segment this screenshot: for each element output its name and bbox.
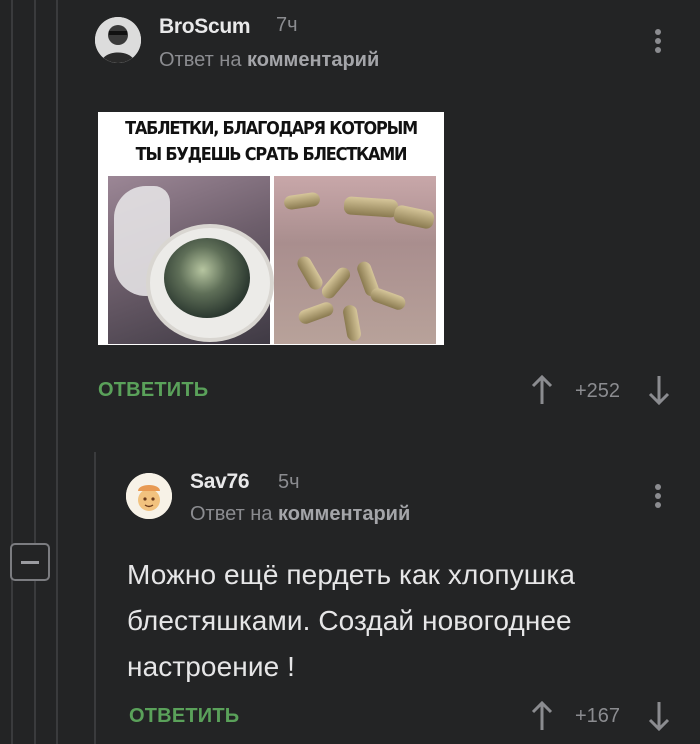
avatar[interactable] (126, 473, 172, 519)
timestamp: 7ч (276, 14, 298, 36)
collapse-minus-icon[interactable] (10, 543, 50, 581)
reply-prefix: Ответ на (159, 49, 242, 71)
comment-score: +167 (575, 705, 621, 727)
capsules-photo (274, 176, 436, 344)
thread-line (11, 0, 13, 744)
kebab-menu-icon[interactable] (654, 29, 662, 56)
reply-prefix: Ответ на (190, 503, 273, 525)
comment-image[interactable]: ТАБЛЕТКИ, БЛАГОДАРЯ КОТОРЫМ ТЫ БУДЕШЬ СР… (98, 112, 444, 345)
kebab-menu-icon[interactable] (654, 484, 662, 511)
username[interactable]: BroScum (159, 15, 251, 39)
username[interactable]: Sav76 (190, 470, 250, 494)
arrow-down-icon[interactable] (648, 375, 670, 411)
reply-to-link[interactable]: Ответ на комментарий (190, 503, 410, 526)
arrow-down-icon[interactable] (648, 701, 670, 737)
reply-target[interactable]: комментарий (247, 49, 379, 71)
thread-line (56, 0, 58, 744)
reply-button[interactable]: ОТВЕТИТЬ (98, 379, 208, 402)
thread-line (34, 0, 36, 744)
arrow-up-icon[interactable] (531, 700, 553, 737)
image-caption: ТАБЛЕТКИ, БЛАГОДАРЯ КОТОРЫМ ТЫ БУДЕШЬ СР… (125, 119, 418, 165)
comment-text: Можно ещё пердеть как хлопушка блестяшка… (127, 559, 575, 682)
reply-target[interactable]: комментарий (278, 503, 410, 525)
comment-score: +252 (575, 380, 621, 402)
arrow-up-icon[interactable] (531, 374, 553, 411)
reply-button[interactable]: ОТВЕТИТЬ (129, 705, 239, 728)
thread-line (94, 452, 96, 744)
timestamp: 5ч (278, 471, 300, 493)
toilet-photo (108, 176, 274, 344)
reply-to-link[interactable]: Ответ на комментарий (159, 49, 379, 72)
avatar[interactable] (95, 17, 141, 63)
